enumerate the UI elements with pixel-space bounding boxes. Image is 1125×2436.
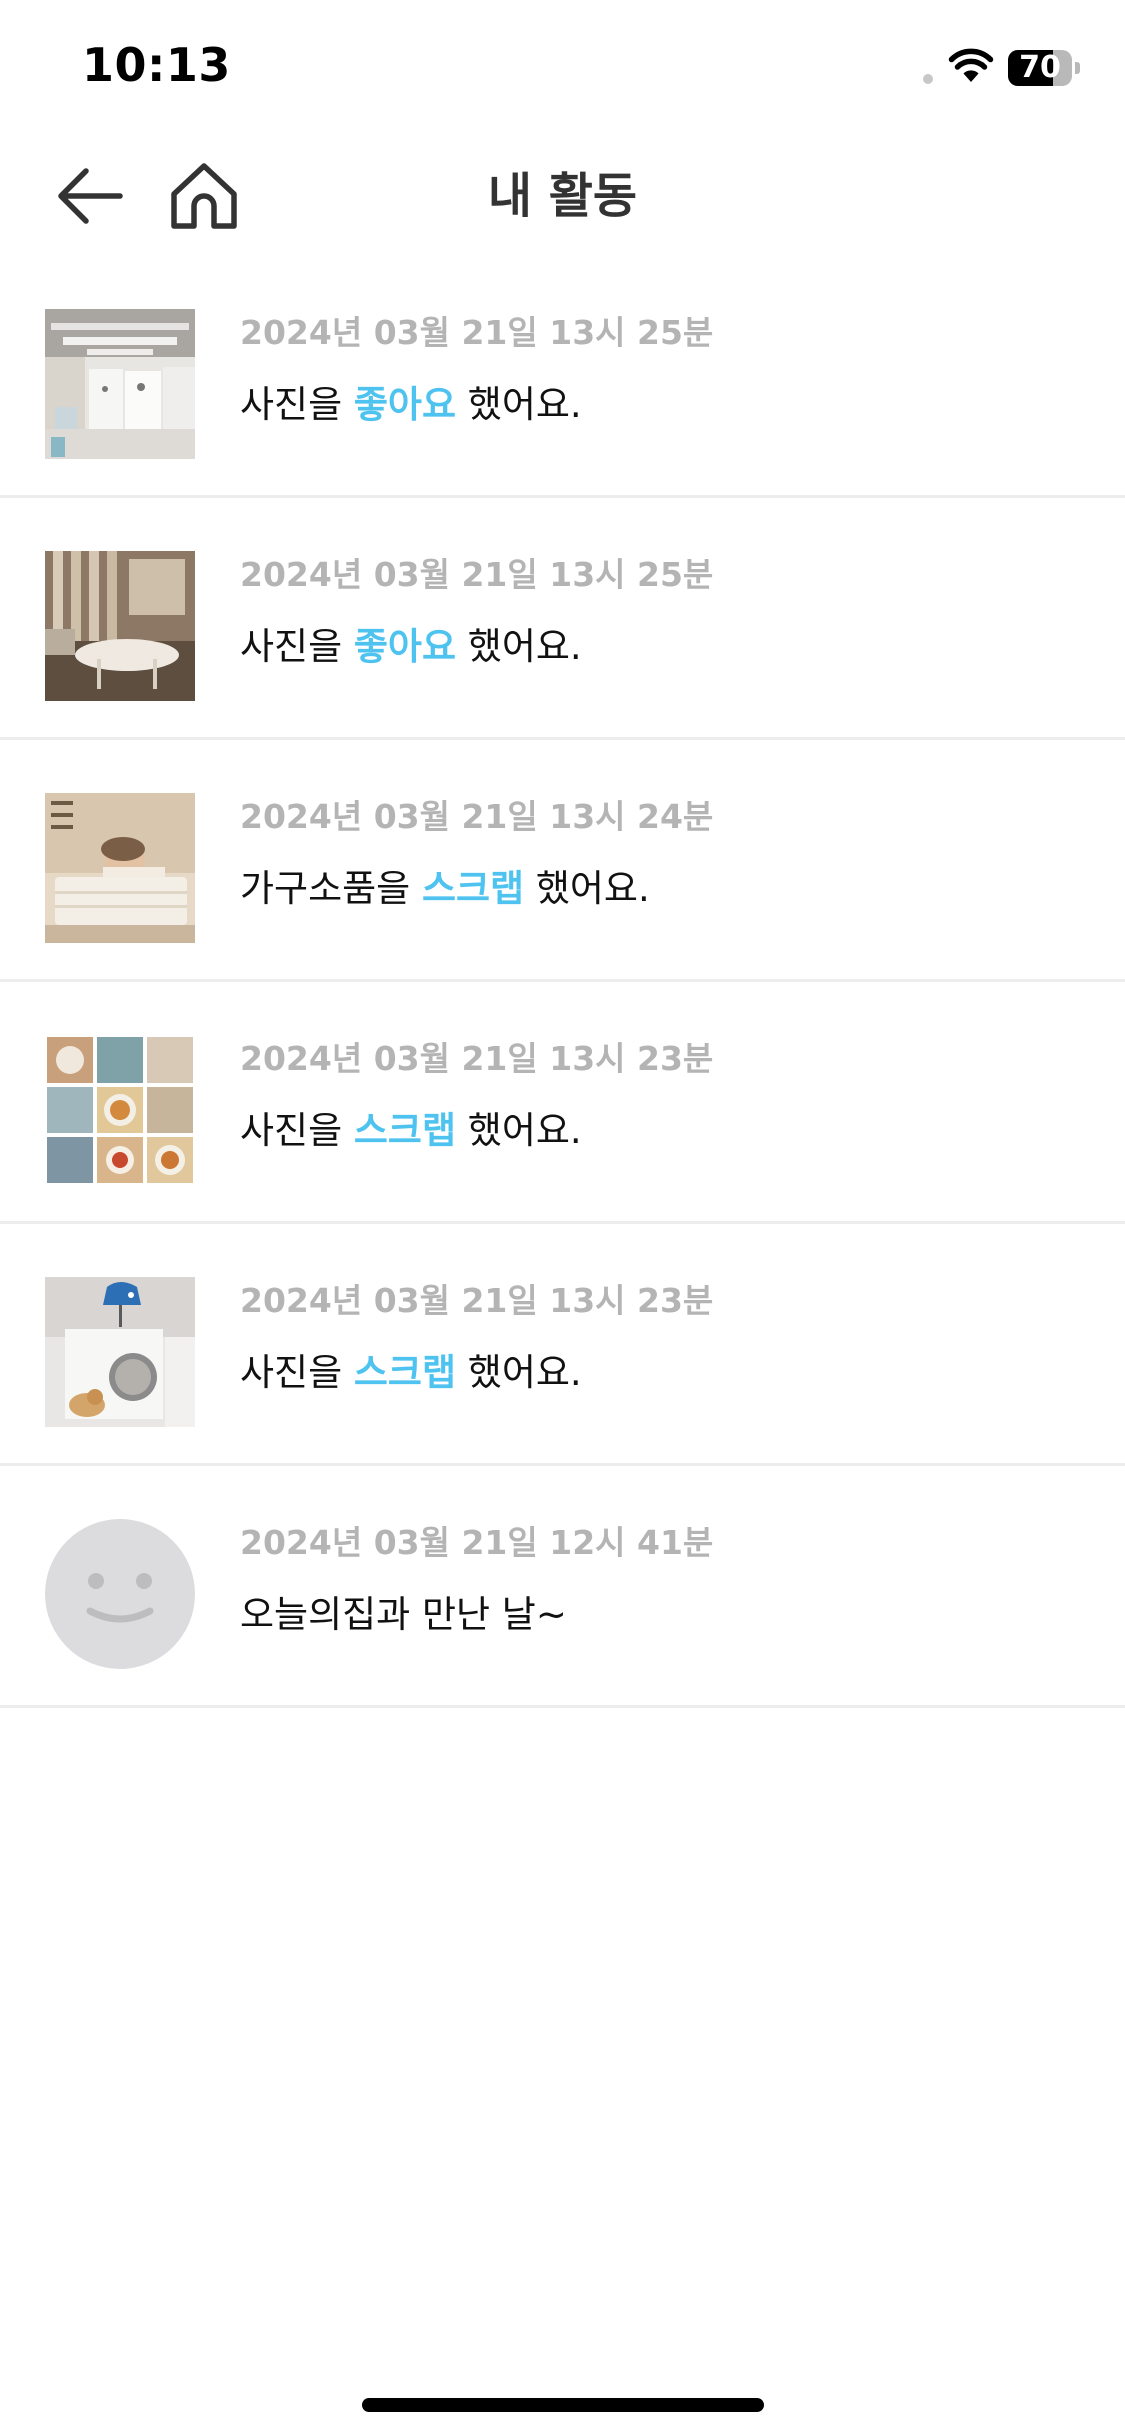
activity-suffix: 했어요. [456,383,582,426]
activity-item[interactable]: 2024년 03월 21일 13시 25분 사진을 좋아요 했어요. [0,256,1125,498]
activity-suffix: 했어요. [524,867,650,910]
photo-thumbnail[interactable] [45,1277,195,1427]
activity-item[interactable]: 2024년 03월 21일 12시 41분 오늘의집과 만난 날~ [0,1466,1125,1708]
activity-suffix: 했어요. [456,1351,582,1394]
recording-dot-icon [923,74,933,84]
activity-action: 좋아요 [353,625,457,668]
back-button[interactable] [50,156,130,236]
avatar [45,1519,195,1669]
activity-prefix: 가구소품을 [240,867,422,910]
battery-icon: 70 [1008,50,1080,86]
home-icon [171,163,237,229]
status-time: 10:13 [82,38,231,92]
activity-text: 사진을 스크랩 했어요. [240,1342,582,1396]
activity-text: 사진을 스크랩 했어요. [240,1100,582,1154]
activity-suffix: 했어요. [456,1109,582,1152]
photo-thumbnail[interactable] [45,551,195,701]
activity-item[interactable]: 2024년 03월 21일 13시 25분 사진을 좋아요 했어요. [0,498,1125,740]
activity-text: 사진을 좋아요 했어요. [240,616,582,670]
activity-date: 2024년 03월 21일 13시 25분 [240,313,714,352]
arrow-left-icon [58,168,123,224]
activity-item[interactable]: 2024년 03월 21일 13시 23분 사진을 스크랩 했어요. [0,1224,1125,1466]
activity-prefix: 사진을 [240,625,354,668]
activity-suffix: 했어요. [456,625,582,668]
wifi-icon [948,48,994,82]
activity-date: 2024년 03월 21일 12시 41분 [240,1523,714,1562]
photo-thumbnail[interactable] [45,1035,195,1185]
activity-action: 스크랩 [353,1351,457,1394]
activity-date: 2024년 03월 21일 13시 23분 [240,1039,714,1078]
home-indicator[interactable] [362,2398,764,2412]
battery-level: 70 [1019,50,1061,85]
activity-prefix: 사진을 [240,1109,354,1152]
activity-text: 오늘의집과 만난 날~ [240,1584,567,1638]
status-bar: 10:13 70 [0,0,1125,136]
home-button[interactable] [164,156,244,236]
activity-date: 2024년 03월 21일 13시 24분 [240,797,714,836]
screen: 10:13 70 내 활동 2024년 03월 21일 13시 25분 사진을 … [0,0,1125,2436]
activity-item[interactable]: 2024년 03월 21일 13시 24분 가구소품을 스크랩 했어요. [0,740,1125,982]
activity-date: 2024년 03월 21일 13시 25분 [240,555,714,594]
activity-text: 사진을 좋아요 했어요. [240,374,582,428]
photo-thumbnail[interactable] [45,309,195,459]
activity-prefix: 사진을 [240,383,354,426]
activity-action: 스크랩 [353,1109,457,1152]
activity-prefix: 오늘의집과 만난 날~ [240,1593,567,1636]
activity-action: 좋아요 [353,383,457,426]
activity-action: 스크랩 [421,867,525,910]
activity-text: 가구소품을 스크랩 했어요. [240,858,650,912]
activity-list: 2024년 03월 21일 13시 25분 사진을 좋아요 했어요. 2024년… [0,256,1125,1708]
activity-date: 2024년 03월 21일 13시 23분 [240,1281,714,1320]
navigation-bar: 내 활동 [0,136,1125,256]
activity-item[interactable]: 2024년 03월 21일 13시 23분 사진을 스크랩 했어요. [0,982,1125,1224]
smiley-face-icon [86,1573,154,1623]
activity-prefix: 사진을 [240,1351,354,1394]
product-thumbnail[interactable] [45,793,195,943]
